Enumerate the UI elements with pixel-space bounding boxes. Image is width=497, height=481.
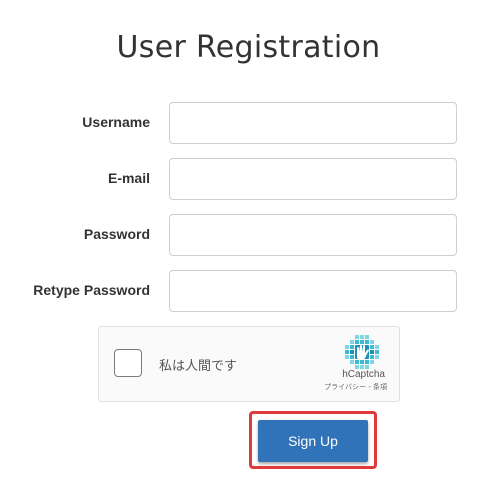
email-row: E-mail xyxy=(0,158,497,200)
page-title: User Registration xyxy=(116,30,381,66)
username-label: Username xyxy=(82,114,150,130)
username-row: Username xyxy=(0,102,497,144)
email-input[interactable] xyxy=(169,158,457,200)
password-label: Password xyxy=(83,226,150,242)
password-row: Password xyxy=(0,214,497,256)
captcha-privacy-terms-links[interactable]: プライバシー - 条項 xyxy=(324,382,387,392)
hcaptcha-brand: hCaptcha xyxy=(342,369,385,380)
hcaptcha-widget: 私は人間です hCaptcha プライバシー - 条項 xyxy=(98,326,400,402)
username-input[interactable] xyxy=(169,102,457,144)
retype-password-input[interactable] xyxy=(169,270,457,312)
retype-password-label: Retype Password xyxy=(33,282,150,298)
email-label: E-mail xyxy=(107,170,150,186)
retype-password-row: Retype Password xyxy=(0,270,497,312)
captcha-checkbox[interactable] xyxy=(114,349,142,377)
password-input[interactable] xyxy=(169,214,457,256)
sign-up-button[interactable]: Sign Up xyxy=(258,420,368,462)
captcha-checkbox-label: 私は人間です xyxy=(159,359,238,374)
hcaptcha-logo-icon xyxy=(345,335,379,369)
